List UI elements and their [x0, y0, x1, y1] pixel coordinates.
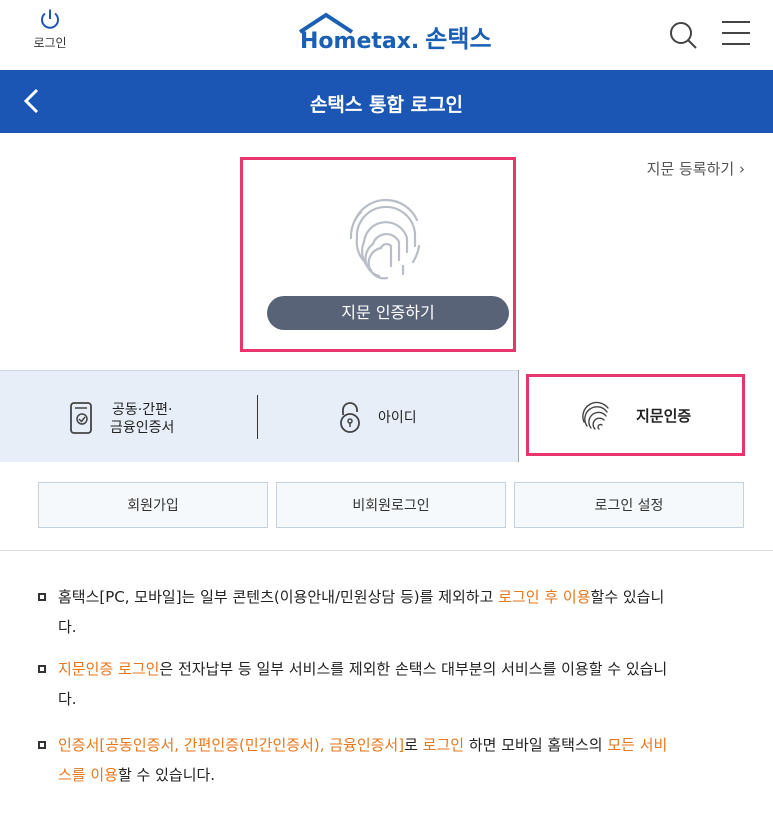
notice-highlight: 로그인 후 이용 [498, 588, 591, 606]
certificate-phone-icon [70, 402, 92, 434]
bullet-icon [38, 741, 46, 749]
notice-highlight: 스를 이용 [58, 766, 118, 784]
bullet-icon [38, 593, 46, 601]
fingerprint-icon [349, 198, 421, 280]
tab-fingerprint-content[interactable]: 지문인증 [580, 400, 691, 430]
nav-bar: 손택스 통합 로그인 [0, 70, 773, 133]
chevron-right-icon: › [739, 160, 745, 178]
register-fingerprint-link[interactable]: 지문 등록하기 › [647, 158, 745, 179]
login-label: 로그인 [33, 36, 67, 50]
house-roof-icon [298, 12, 354, 34]
fingerprint-small-icon [582, 401, 609, 430]
notice-text: 할수 있습니 [590, 588, 665, 606]
guest-login-button[interactable]: 비회원로그인 [276, 482, 506, 528]
action-buttons-row: 회원가입 비회원로그인 로그인 설정 [0, 462, 773, 551]
notice-text: 홈택스[PC, 모바일]는 일부 콘텐츠(이용안내/민원상담 등)를 제외하고 [58, 588, 499, 606]
lock-icon [340, 402, 360, 433]
hamburger-menu-icon[interactable] [722, 20, 750, 46]
login-button[interactable]: 로그인 [30, 8, 70, 51]
tab-id[interactable]: 아이디 [338, 401, 417, 433]
tab-cert-line1: 공동·간편· [111, 402, 173, 418]
notice-text: 다. [58, 618, 77, 636]
fingerprint-auth-panel: 지문 인증하기 [240, 157, 516, 352]
notice-item: 인증서[공동인증서, 간편인증(민간인증서), 금융인증서]로 로그인 하면 모… [38, 730, 738, 790]
notice-item: 홈택스[PC, 모바일]는 일부 콘텐츠(이용안내/민원상담 등)를 제외하고 … [38, 582, 738, 642]
logo-kr: 손택스 [425, 25, 492, 53]
notice-highlight: 인증서[공동인증서, 간편인증(민간인증서), 금융인증서] [58, 736, 405, 754]
register-link-label: 지문 등록하기 [646, 160, 735, 178]
tab-id-label: 아이디 [378, 410, 417, 426]
notice-text: 은 전자납부 등 일부 서비스를 제외한 손택스 대부분의 서비스를 이용할 수… [159, 660, 668, 678]
notice-text: 로 [404, 736, 423, 754]
bullet-icon [38, 665, 46, 673]
notice-highlight: 모든 서비 [607, 736, 668, 754]
notice-text: 하면 모바일 홈택스의 [464, 736, 608, 754]
join-button[interactable]: 회원가입 [38, 482, 268, 528]
notice-highlight: 지문인증 로그인 [58, 660, 160, 678]
notice-text: 할 수 있습니다. [117, 766, 216, 784]
top-header: 로그인 Hometax. 손택스 [0, 0, 773, 70]
search-icon[interactable] [668, 20, 698, 50]
login-settings-button[interactable]: 로그인 설정 [514, 482, 744, 528]
tab-fingerprint-label: 지문인증 [636, 406, 692, 425]
fingerprint-auth-button[interactable]: 지문 인증하기 [267, 296, 509, 330]
tab-certificate[interactable]: 공동·간편· 금융인증서 [68, 401, 174, 437]
tab-cert-line2: 금융인증서 [110, 420, 175, 436]
hometax-logo[interactable]: Hometax. 손택스 [298, 12, 492, 54]
tab-group-unselected: 공동·간편· 금융인증서 아이디 [0, 370, 518, 462]
tab-divider [257, 395, 258, 439]
notice-highlight: 로그인 [422, 736, 465, 754]
power-icon [41, 9, 59, 29]
notice-item: 지문인증 로그인은 전자납부 등 일부 서비스를 제외한 손택스 대부분의 서비… [38, 654, 738, 714]
page-title: 손택스 통합 로그인 [309, 94, 464, 116]
notice-text: 다. [58, 690, 77, 708]
